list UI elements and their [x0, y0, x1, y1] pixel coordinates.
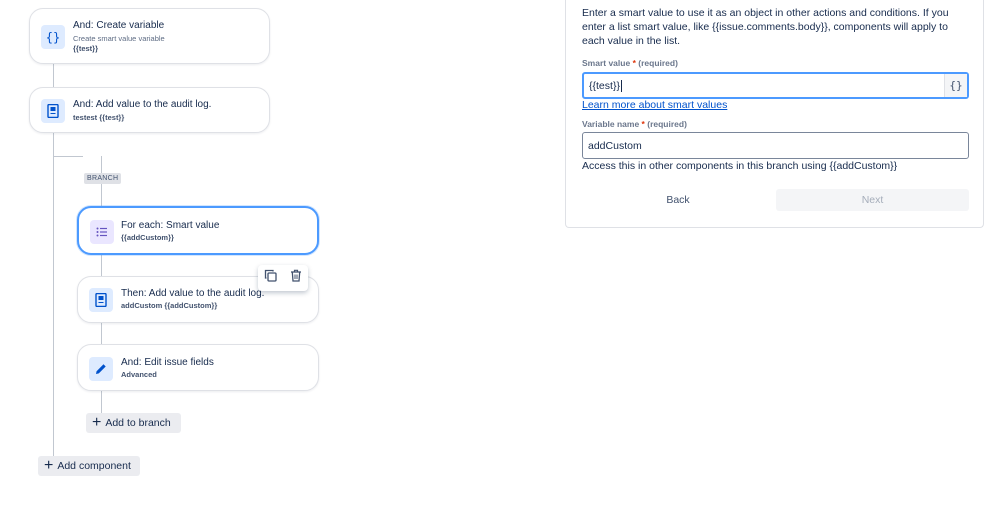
smart-value-text: {{test}}: [589, 79, 620, 92]
rule-canvas: {} And: Create variable Create smart val…: [0, 0, 560, 515]
pencil-icon: [89, 357, 113, 381]
add-component-label: Add component: [57, 460, 131, 472]
card-title: For each: Smart value: [121, 220, 220, 231]
card-detail: {{addCustom}}: [121, 233, 174, 242]
trash-icon[interactable]: [290, 269, 302, 287]
branch-connector-h: [53, 156, 83, 157]
audit-log-icon: [41, 99, 65, 123]
copy-icon[interactable]: [264, 269, 277, 287]
panel-description: Enter a smart value to use it as an obje…: [582, 7, 949, 47]
learn-more-link[interactable]: Learn more about smart values: [582, 99, 727, 111]
card-title: And: Edit issue fields: [121, 357, 214, 368]
audit-log-icon: [89, 288, 113, 312]
card-title: And: Create variable: [73, 20, 165, 31]
svg-text:{}: {}: [46, 31, 60, 45]
required-text: (required): [638, 58, 678, 68]
card-detail: {{test}}: [73, 44, 99, 53]
variable-name-text: addCustom: [588, 139, 642, 152]
add-to-branch-button[interactable]: + Add to branch: [86, 413, 181, 433]
component-card-for-each[interactable]: For each: Smart value {{addCustom}}: [77, 206, 319, 255]
variable-name-input[interactable]: addCustom: [582, 132, 969, 159]
list-icon: [90, 220, 114, 244]
card-detail: testest {{test}}: [73, 113, 125, 122]
braces-icon: {}: [41, 25, 65, 49]
plus-icon: +: [44, 457, 54, 474]
card-title: Then: Add value to the audit log.: [121, 288, 265, 299]
card-hover-toolbar: [258, 265, 308, 291]
add-component-button[interactable]: + Add component: [38, 456, 140, 476]
required-text: (required): [647, 119, 687, 129]
component-card-edit-issue[interactable]: And: Edit issue fields Advanced: [77, 344, 319, 391]
required-mark: *: [632, 58, 636, 68]
card-subtitle: Create smart value variable: [73, 34, 165, 43]
card-title: And: Add value to the audit log.: [73, 99, 212, 110]
smart-value-label-text: Smart value: [582, 58, 631, 68]
component-config-panel: Enter a smart value to use it as an obje…: [565, 0, 984, 228]
card-detail: Advanced: [121, 370, 157, 379]
required-mark: *: [641, 119, 645, 129]
component-card-create-variable[interactable]: {} And: Create variable Create smart val…: [29, 8, 270, 64]
variable-help-text: Access this in other components in this …: [582, 160, 898, 172]
smart-value-picker-button[interactable]: {}: [944, 74, 967, 97]
variable-name-label-text: Variable name: [582, 119, 640, 129]
card-detail: addCustom {{addCustom}}: [121, 301, 218, 310]
branch-label: BRANCH: [84, 173, 122, 184]
add-to-branch-label: Add to branch: [105, 417, 171, 429]
text-caret: [620, 79, 622, 92]
back-button[interactable]: Back: [582, 189, 774, 211]
smart-value-input[interactable]: {{test}} {}: [582, 72, 969, 99]
plus-icon: +: [92, 414, 102, 431]
variable-name-label: Variable name * (required): [582, 119, 687, 129]
next-button[interactable]: Next: [776, 189, 969, 211]
component-card-audit-log[interactable]: And: Add value to the audit log. testest…: [29, 87, 270, 133]
smart-value-label: Smart value * (required): [582, 58, 678, 68]
